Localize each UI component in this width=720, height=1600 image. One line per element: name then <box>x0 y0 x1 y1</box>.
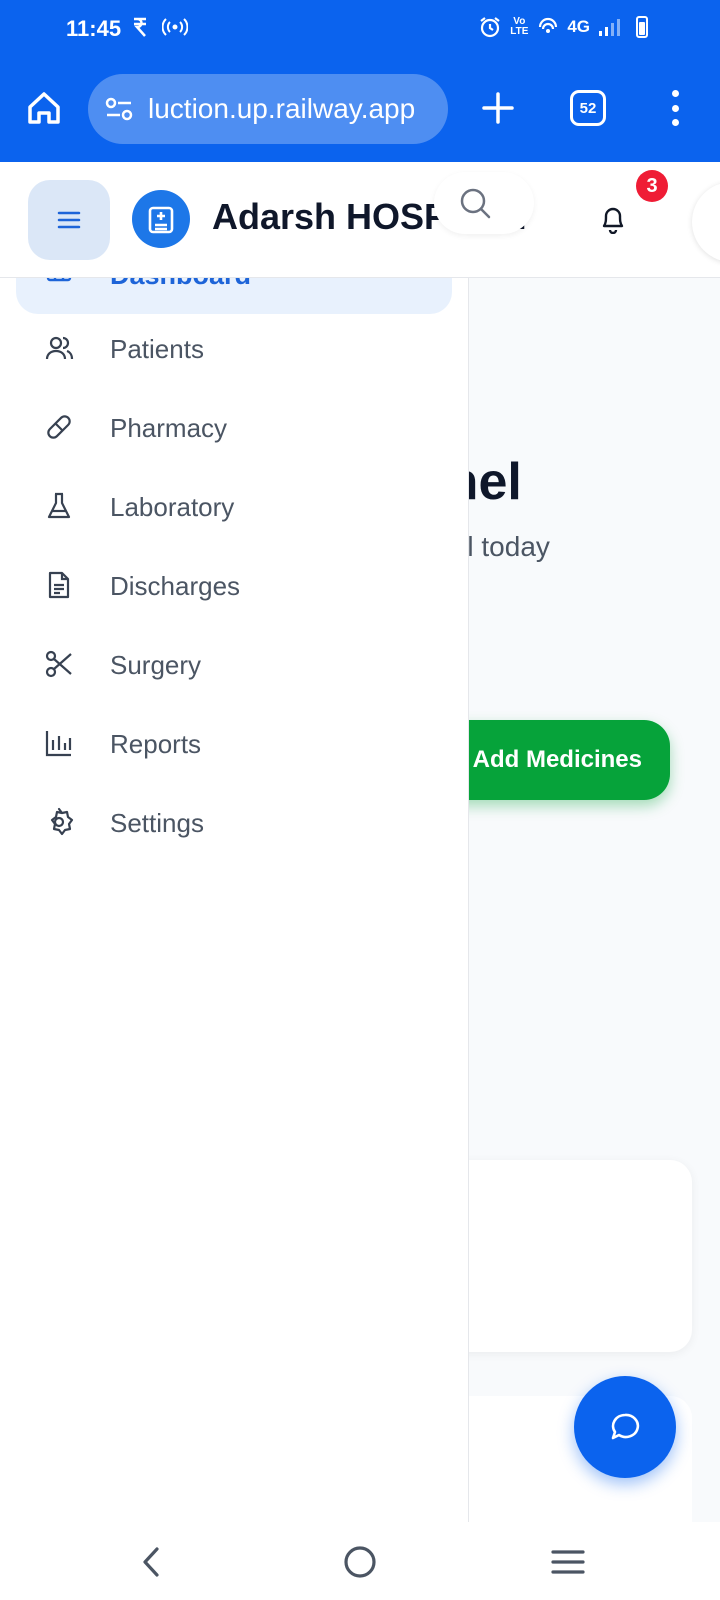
sidebar-item-label: Discharges <box>110 571 241 601</box>
back-icon <box>143 1547 159 1577</box>
users-icon <box>44 333 74 363</box>
sidebar-item-label: Reports <box>110 729 202 759</box>
hospital-logo <box>132 190 190 248</box>
dashboard-icon <box>46 278 72 289</box>
sidebar-item-pharmacy[interactable]: Pharmacy <box>16 394 452 460</box>
signal-icon <box>599 19 620 36</box>
sidebar-item-reports[interactable]: Reports <box>16 710 452 776</box>
sidebar-item-label: Patients <box>110 334 204 364</box>
alarm-icon <box>480 17 500 38</box>
notifications-button[interactable] <box>596 202 630 236</box>
plus-icon <box>482 92 514 124</box>
site-settings-icon[interactable] <box>104 94 134 124</box>
address-bar[interactable]: luction.up.railway.app <box>88 74 448 144</box>
gear-icon <box>44 807 74 837</box>
browser-toolbar: luction.up.railway.app 52 <box>0 58 720 162</box>
sidebar-item-laboratory[interactable]: Laboratory <box>16 473 452 539</box>
pill-icon <box>44 412 74 442</box>
profile-button[interactable] <box>692 182 720 262</box>
browser-menu-button[interactable] <box>660 86 690 130</box>
circle-home-icon <box>344 1546 376 1578</box>
recents-icon <box>551 1550 585 1574</box>
tab-switcher-button[interactable]: 52 <box>570 90 606 126</box>
sidebar-item-label: Settings <box>110 808 204 838</box>
hotspot-icon <box>162 18 188 36</box>
sidebar-item-dashboard[interactable]: Dashboard <box>16 278 452 314</box>
status-time: 11:45 <box>66 16 122 41</box>
sidebar-item-label: Pharmacy <box>110 413 228 443</box>
notification-badge: 3 <box>636 170 668 202</box>
url-text: luction.up.railway.app <box>148 93 416 124</box>
document-icon <box>44 570 74 600</box>
hamburger-icon <box>57 211 81 229</box>
network-type: 4G <box>567 17 590 36</box>
chat-icon <box>611 1413 640 1440</box>
dot-icon <box>671 90 679 97</box>
volte-indicator: Vo LTE <box>510 16 529 37</box>
home-nav-button[interactable] <box>336 1538 384 1586</box>
new-tab-button[interactable] <box>476 86 520 130</box>
recents-button[interactable] <box>544 1538 592 1586</box>
bar-chart-icon <box>44 728 74 758</box>
home-button[interactable] <box>24 88 64 128</box>
sidebar-drawer: Dashboard Patients Pharmacy Laboratory D… <box>0 278 469 1522</box>
back-button[interactable] <box>128 1538 176 1586</box>
system-navigation-bar <box>0 1522 720 1600</box>
bell-icon <box>602 207 624 234</box>
sidebar-item-surgery[interactable]: Surgery <box>16 631 452 697</box>
wifi-calling-icon <box>539 17 558 33</box>
hospital-icon <box>148 206 174 234</box>
dot-icon <box>671 119 679 126</box>
dot-icon <box>671 104 679 112</box>
scissors-icon <box>44 649 74 679</box>
home-icon <box>28 92 60 124</box>
status-bar: 11:45 Vo LTE 4G <box>0 0 720 58</box>
chat-button[interactable] <box>574 1376 676 1478</box>
search-button[interactable] <box>434 172 534 234</box>
battery-icon <box>636 16 648 38</box>
menu-toggle-button[interactable] <box>28 180 110 260</box>
sidebar-item-label: Laboratory <box>110 492 235 522</box>
sidebar-item-settings[interactable]: Settings <box>16 789 452 855</box>
app-header: Adarsh HOSPITAL 3 <box>0 162 720 278</box>
add-medicines-label: Add Medicines <box>472 746 642 773</box>
search-icon <box>460 188 491 219</box>
sidebar-item-label: Surgery <box>110 650 202 680</box>
sidebar-item-label: Dashboard <box>110 278 251 291</box>
sidebar-item-patients[interactable]: Patients <box>16 315 452 381</box>
rupee-icon <box>134 17 146 37</box>
flask-icon <box>44 491 74 521</box>
sidebar-item-discharges[interactable]: Discharges <box>16 552 452 618</box>
